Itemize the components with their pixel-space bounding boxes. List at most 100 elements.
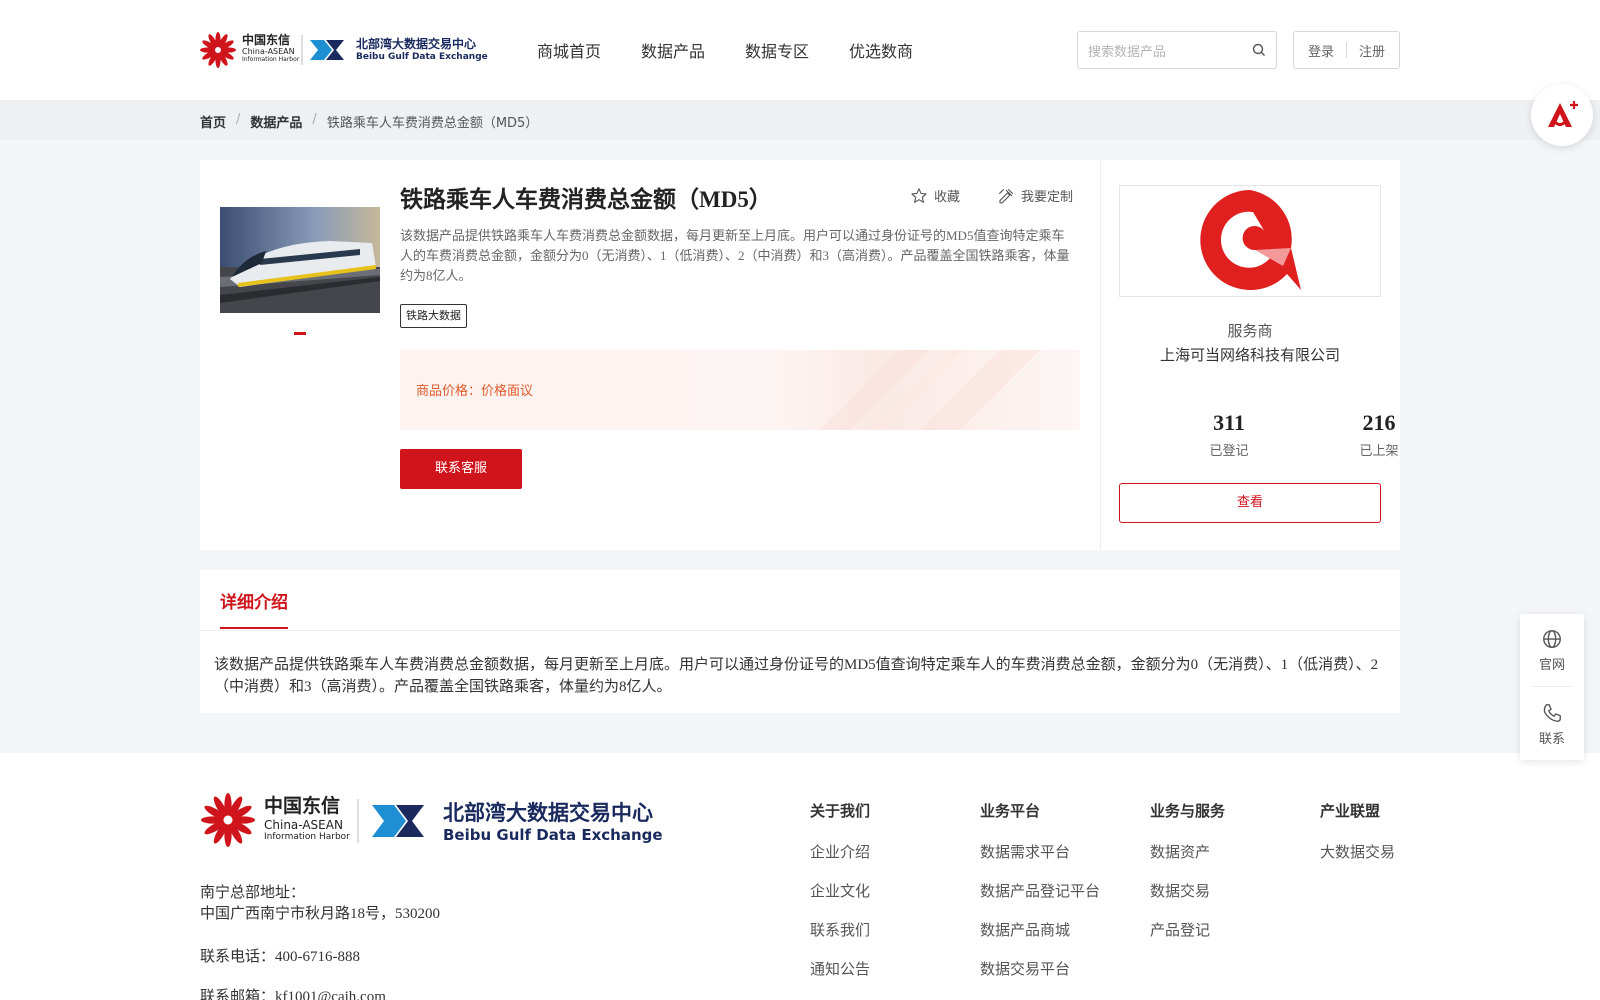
- footer-link[interactable]: 联系我们: [810, 919, 870, 940]
- search-icon[interactable]: [1252, 43, 1266, 57]
- footer-link[interactable]: 通知公告: [810, 958, 870, 979]
- vendor-registered-stat: 311 已登记: [1174, 410, 1284, 459]
- vendor-name: 上海可当网络科技有限公司: [1159, 346, 1340, 364]
- contact-side-button[interactable]: 联系: [1520, 702, 1584, 747]
- footer-link[interactable]: 数据产品商城: [980, 919, 1100, 940]
- search-input[interactable]: 搜索数据产品: [1077, 31, 1277, 69]
- assistant-icon: [1548, 101, 1578, 127]
- star-icon: [911, 187, 927, 203]
- card-divider: [1100, 160, 1101, 550]
- nav-item-zones[interactable]: 数据专区: [745, 38, 809, 62]
- auth-box: 登录 注册: [1293, 31, 1400, 69]
- footer-link[interactable]: 数据交易: [1150, 880, 1225, 901]
- contact-service-button[interactable]: 联系客服: [400, 449, 522, 489]
- price-panel: 商品价格：价格面议: [400, 350, 1080, 430]
- footer-column-services: 业务与服务 数据资产 数据交易 产品登记: [1150, 800, 1225, 958]
- official-site-button[interactable]: 官网: [1520, 628, 1584, 673]
- address-label: 南宁总部地址：: [200, 885, 306, 901]
- footer-column-platforms: 业务平台 数据需求平台 数据产品登记平台 数据产品商城 数据交易平台: [980, 800, 1100, 997]
- logo2-cn-text: 北部湾大数据交易中心: [356, 37, 477, 51]
- footer-column-title: 产业联盟: [1320, 802, 1381, 820]
- footer-logo2-en-text: Beibu Gulf Data Exchange: [443, 826, 663, 844]
- footer-logo-cn-text: 中国东信: [264, 795, 341, 817]
- tab-detail[interactable]: 详细介绍: [220, 588, 288, 629]
- nav-item-home[interactable]: 商城首页: [537, 38, 601, 62]
- logo-cn-text: 中国东信: [242, 33, 291, 47]
- address-value: 中国广西南宁市秋月路18号，530200: [200, 906, 441, 922]
- favorite-label: 收藏: [934, 190, 961, 205]
- breadcrumb-separator: /: [312, 112, 317, 127]
- detail-text: 该数据产品提供铁路乘车人车费消费总金额数据，每月更新至上月底。用户可以通过身份证…: [214, 657, 1379, 695]
- footer-phone: 联系电话：400-6716-888: [200, 949, 360, 965]
- footer-link[interactable]: 数据交易平台: [980, 958, 1100, 979]
- vendor-logo-graphic: [1200, 190, 1301, 290]
- footer-column-alliance: 产业联盟 大数据交易: [1320, 800, 1395, 880]
- registered-label: 已登记: [1209, 443, 1249, 458]
- vendor-listed-stat: 216 已上架: [1324, 410, 1434, 459]
- official-site-label: 官网: [1538, 658, 1565, 673]
- footer-column-about: 关于我们 企业介绍 企业文化 联系我们 通知公告: [810, 800, 870, 997]
- registered-count: 311: [1213, 410, 1245, 435]
- view-vendor-button[interactable]: 查看: [1119, 483, 1381, 523]
- footer-email: 联系邮箱：kf1001@caih.com: [200, 989, 386, 1000]
- nav-item-products[interactable]: 数据产品: [641, 38, 705, 62]
- auth-divider: [1346, 42, 1347, 58]
- logo-en-sub-text: Information Harbor: [242, 56, 300, 63]
- site-logo[interactable]: 中国东信 China-ASEAN Information Harbor 北部湾大…: [200, 30, 500, 70]
- breadcrumb-separator: /: [236, 112, 241, 127]
- breadcrumb-category[interactable]: 数据产品: [250, 112, 302, 131]
- main-nav: 商城首页 数据产品 数据专区 优选数商: [537, 38, 913, 62]
- nav-item-vendors[interactable]: 优选数商: [849, 38, 913, 62]
- tab-divider: [200, 630, 1400, 631]
- footer-link[interactable]: 产品登记: [1150, 919, 1225, 940]
- top-header: 中国东信 China-ASEAN Information Harbor 北部湾大…: [0, 0, 1600, 100]
- footer-logo2-cn-text: 北部湾大数据交易中心: [443, 801, 653, 825]
- train-image-graphic: [220, 207, 380, 313]
- footer-column-title: 业务与服务: [1150, 802, 1226, 820]
- customize-icon: [998, 188, 1014, 203]
- breadcrumb: 首页 / 数据产品 / 铁路乘车人车费消费总金额（MD5）: [0, 100, 1600, 140]
- register-link[interactable]: 注册: [1359, 41, 1385, 60]
- favorite-button[interactable]: 收藏: [910, 186, 960, 205]
- vendor-logo: [1119, 185, 1381, 297]
- footer-link[interactable]: 企业文化: [810, 880, 870, 901]
- product-title: 铁路乘车人车费消费总金额（MD5）: [400, 187, 772, 212]
- price-text: 商品价格：价格面议: [416, 380, 533, 399]
- customize-button[interactable]: 我要定制: [997, 186, 1073, 205]
- side-toolbar: 官网 联系: [1520, 614, 1584, 760]
- footer-link[interactable]: 数据需求平台: [980, 841, 1100, 862]
- assistant-float-button[interactable]: [1531, 84, 1593, 146]
- breadcrumb-home[interactable]: 首页: [200, 112, 226, 131]
- listed-count: 216: [1362, 410, 1396, 435]
- side-divider: [1532, 686, 1572, 687]
- product-image[interactable]: [220, 207, 380, 313]
- footer-link[interactable]: 企业介绍: [810, 841, 870, 862]
- footer-column-title: 关于我们: [810, 802, 871, 820]
- logo-en-text: China-ASEAN: [242, 47, 295, 56]
- globe-icon: [1543, 630, 1561, 648]
- logo2-en-text: Beibu Gulf Data Exchange: [356, 52, 488, 62]
- price-value: 价格面议: [481, 384, 534, 399]
- breadcrumb-current: 铁路乘车人车费消费总金额（MD5）: [326, 116, 539, 131]
- footer-address: 南宁总部地址： 中国广西南宁市秋月路18号，530200: [200, 883, 440, 925]
- carousel-indicator[interactable]: [294, 332, 306, 335]
- footer-link[interactable]: 大数据交易: [1320, 841, 1395, 862]
- vendor-role: 服务商: [1227, 322, 1273, 340]
- contact-side-label: 联系: [1538, 732, 1565, 747]
- footer-logo-en-text: China-ASEAN: [264, 818, 343, 832]
- footer-logo-en-sub-text: Information Harbor: [264, 832, 350, 842]
- footer-link[interactable]: 数据资产: [1150, 841, 1225, 862]
- product-card: 铁路乘车人车费消费总金额（MD5） 收藏 我要定制 该数据产品提供铁路乘车人车费…: [200, 160, 1400, 550]
- footer-column-title: 业务平台: [980, 802, 1041, 820]
- footer-link[interactable]: 数据产品登记平台: [980, 880, 1100, 901]
- search-placeholder: 搜索数据产品: [1088, 44, 1167, 60]
- login-link[interactable]: 登录: [1308, 41, 1334, 60]
- listed-label: 已上架: [1359, 443, 1399, 458]
- phone-icon: [1543, 704, 1561, 722]
- product-tag[interactable]: 铁路大数据: [400, 304, 467, 328]
- detail-section: 详细介绍 该数据产品提供铁路乘车人车费消费总金额数据，每月更新至上月底。用户可以…: [200, 570, 1400, 713]
- product-description: 该数据产品提供铁路乘车人车费消费总金额数据，每月更新至上月底。用户可以通过身份证…: [400, 228, 1070, 283]
- site-footer: 中国东信 China-ASEAN Information Harbor 北部湾大…: [0, 753, 1600, 1000]
- customize-label: 我要定制: [1021, 190, 1074, 205]
- price-label: 商品价格：: [416, 384, 482, 399]
